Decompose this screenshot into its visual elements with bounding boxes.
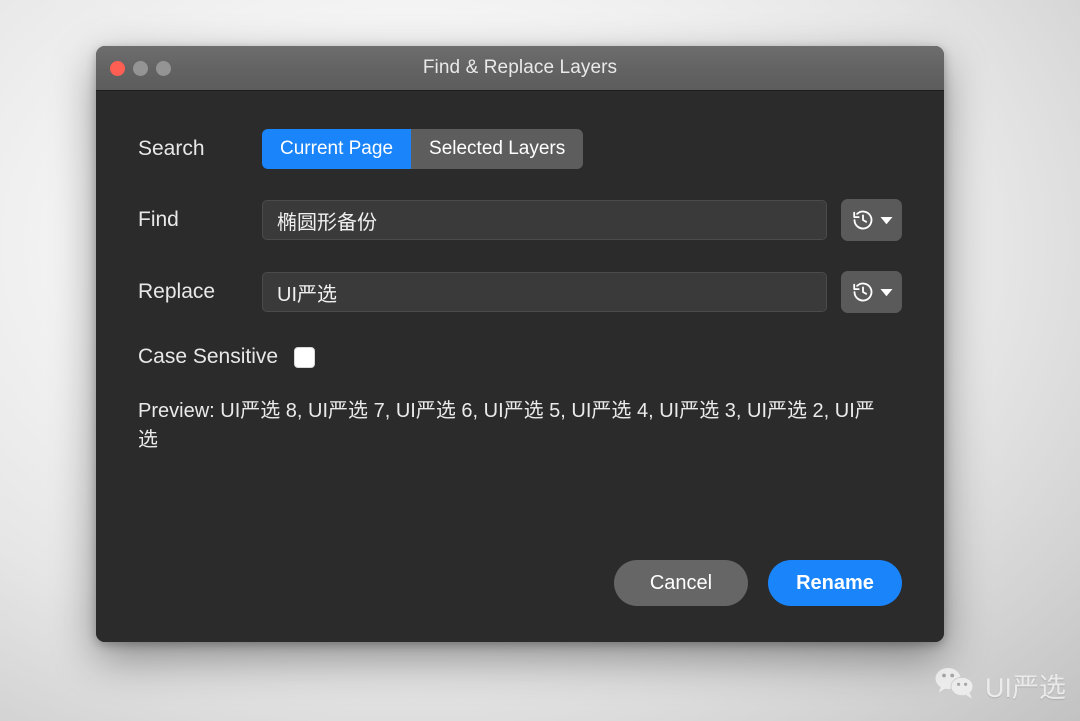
rename-button[interactable]: Rename <box>768 560 902 606</box>
case-sensitive-row: Case Sensitive <box>138 345 902 369</box>
find-history-button[interactable] <box>841 199 902 241</box>
cancel-button[interactable]: Cancel <box>614 560 748 606</box>
case-sensitive-label: Case Sensitive <box>138 345 279 368</box>
watermark-text: UI严选 <box>985 673 1066 703</box>
search-scope-segmented-control[interactable]: Current Page Selected Layers <box>262 129 584 169</box>
replace-label: Replace <box>138 280 216 303</box>
window-title: Find & Replace Layers <box>422 57 618 78</box>
find-input[interactable] <box>262 200 827 240</box>
minimize-window-icon[interactable] <box>133 60 148 76</box>
window-title-bar[interactable]: Find & Replace Layers <box>96 46 944 91</box>
watermark: UI严选 <box>934 666 1066 705</box>
find-replace-dialog: Find & Replace Layers Search Current Pag… <box>96 46 944 642</box>
chevron-down-icon <box>880 216 893 225</box>
find-label: Find <box>138 208 179 231</box>
wechat-icon <box>934 666 976 705</box>
history-clock-icon <box>851 208 875 232</box>
search-scope-row: Search Current Page Selected Layers <box>138 129 902 169</box>
search-label: Search <box>138 137 205 160</box>
case-sensitive-checkbox[interactable] <box>294 346 316 368</box>
dialog-footer: Cancel Rename <box>614 560 902 606</box>
segment-selected-layers[interactable]: Selected Layers <box>411 129 584 169</box>
replace-input[interactable] <box>262 272 827 312</box>
chevron-down-icon <box>880 288 893 297</box>
history-clock-icon <box>851 280 875 304</box>
replace-history-button[interactable] <box>841 271 902 313</box>
find-row: Find <box>138 199 902 241</box>
close-window-icon[interactable] <box>110 60 125 76</box>
maximize-window-icon[interactable] <box>156 60 171 76</box>
dialog-body: Search Current Page Selected Layers Find <box>96 91 944 642</box>
traffic-light-group <box>110 46 171 90</box>
replace-row: Replace <box>138 271 902 313</box>
segment-current-page[interactable]: Current Page <box>262 129 412 169</box>
preview-text: Preview: UI严选 8, UI严选 7, UI严选 6, UI严选 5,… <box>138 400 875 451</box>
